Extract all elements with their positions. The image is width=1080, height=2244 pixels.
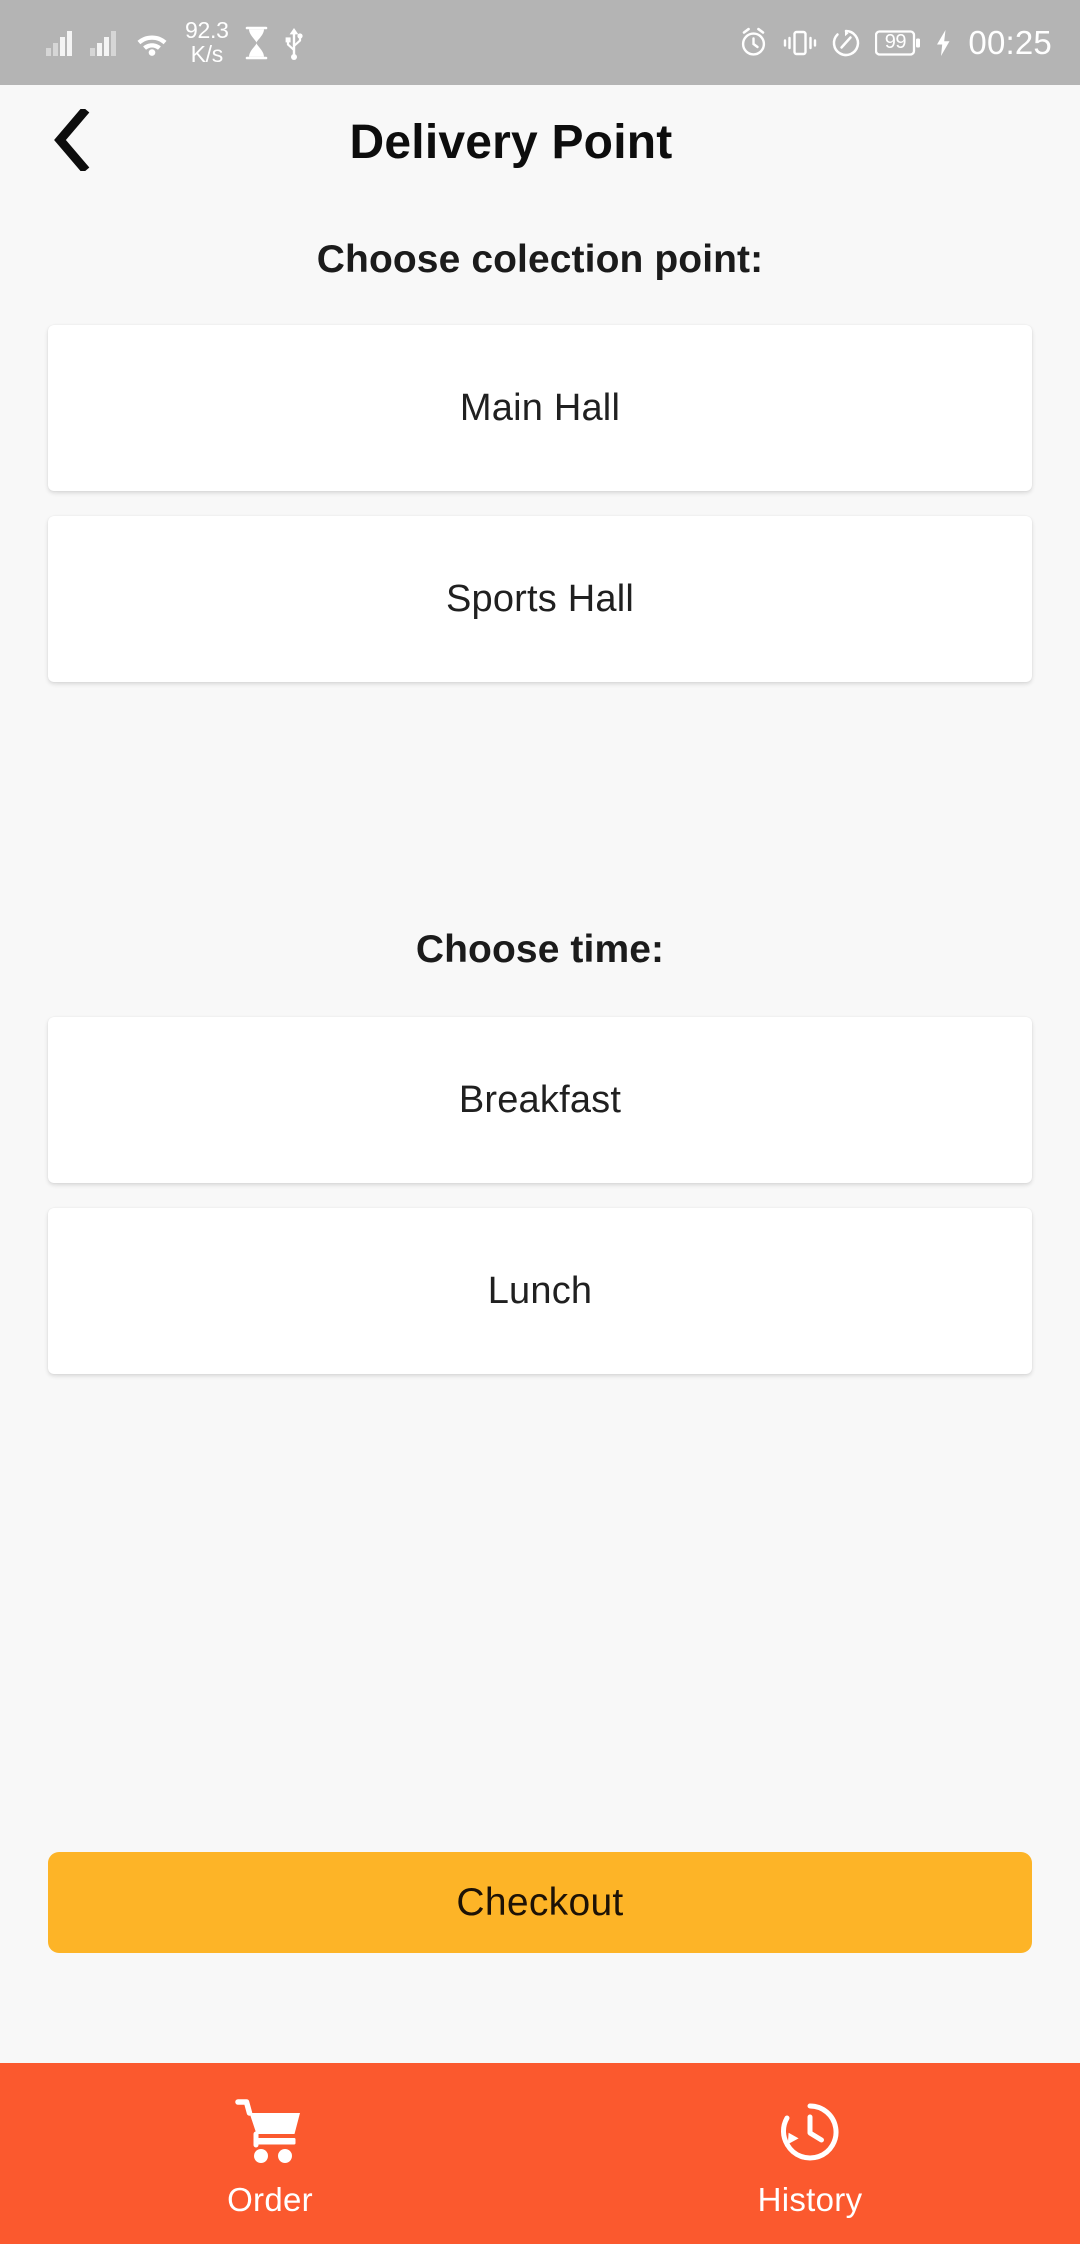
wifi-icon bbox=[134, 29, 170, 57]
checkout-button[interactable]: Checkout bbox=[48, 1852, 1032, 1953]
signal-bars-sim1-icon bbox=[46, 30, 76, 56]
chevron-left-icon bbox=[51, 106, 95, 176]
nav-label-history: History bbox=[757, 2180, 863, 2218]
phone-screen: 92.3 K/s 99 00:25 Delivery Point Choose … bbox=[0, 0, 1080, 2244]
app-bar: Delivery Point bbox=[0, 85, 1080, 200]
option-label: Breakfast bbox=[458, 1078, 622, 1121]
spacer-between-sections bbox=[48, 682, 1032, 928]
network-speed-unit: K/s bbox=[190, 40, 224, 67]
main-content: Choose colection point: Main Hall Sports… bbox=[0, 200, 1080, 2063]
battery-level-text: 99 bbox=[884, 31, 907, 53]
checkout-button-label: Checkout bbox=[456, 1880, 624, 1924]
page-title: Delivery Point bbox=[349, 116, 673, 169]
collection-point-options: Main Hall Sports Hall bbox=[48, 325, 1032, 682]
sync-icon bbox=[831, 28, 861, 58]
network-speed-indicator: 92.3 K/s bbox=[185, 17, 229, 67]
time-option-breakfast[interactable]: Breakfast bbox=[48, 1017, 1032, 1183]
nav-item-order[interactable]: Order bbox=[0, 2089, 540, 2219]
option-label: Lunch bbox=[487, 1269, 593, 1312]
time-options: Breakfast Lunch bbox=[48, 1017, 1032, 1374]
collection-point-heading: Choose colection point: bbox=[316, 238, 764, 281]
battery-icon: 99 bbox=[875, 29, 921, 56]
status-bar-right-group: 99 00:25 bbox=[738, 24, 1052, 62]
nav-item-history[interactable]: History bbox=[540, 2089, 1080, 2219]
collection-option-main-hall[interactable]: Main Hall bbox=[48, 325, 1032, 491]
signal-bars-sim2-icon bbox=[90, 30, 120, 56]
spacer-top bbox=[48, 200, 1032, 238]
charging-bolt-icon bbox=[935, 29, 952, 57]
history-clock-icon bbox=[773, 2095, 847, 2169]
time-option-lunch[interactable]: Lunch bbox=[48, 1208, 1032, 1374]
time-heading: Choose time: bbox=[415, 928, 665, 971]
status-bar-clock: 00:25 bbox=[968, 23, 1052, 61]
vibrate-icon bbox=[783, 27, 817, 59]
shopping-cart-icon bbox=[233, 2095, 307, 2169]
spacer-after-time-heading bbox=[48, 972, 1032, 1017]
alarm-icon bbox=[738, 27, 769, 58]
hourglass-icon bbox=[244, 26, 269, 60]
nav-label-order: Order bbox=[227, 2180, 313, 2218]
status-bar: 92.3 K/s 99 00:25 bbox=[0, 0, 1080, 85]
collection-option-sports-hall[interactable]: Sports Hall bbox=[48, 516, 1032, 682]
option-label: Main Hall bbox=[459, 386, 621, 429]
spacer-after-collection-heading bbox=[48, 282, 1032, 325]
spacer-flexible bbox=[48, 1374, 1032, 1852]
back-button[interactable] bbox=[36, 106, 110, 180]
checkout-button-container: Checkout bbox=[48, 1852, 1032, 2063]
option-label: Sports Hall bbox=[445, 577, 635, 620]
bottom-navigation-bar: Order History bbox=[0, 2063, 1080, 2244]
network-speed-value: 92.3 bbox=[185, 17, 229, 44]
usb-icon bbox=[283, 26, 305, 60]
status-bar-left-group: 92.3 K/s bbox=[46, 17, 305, 67]
